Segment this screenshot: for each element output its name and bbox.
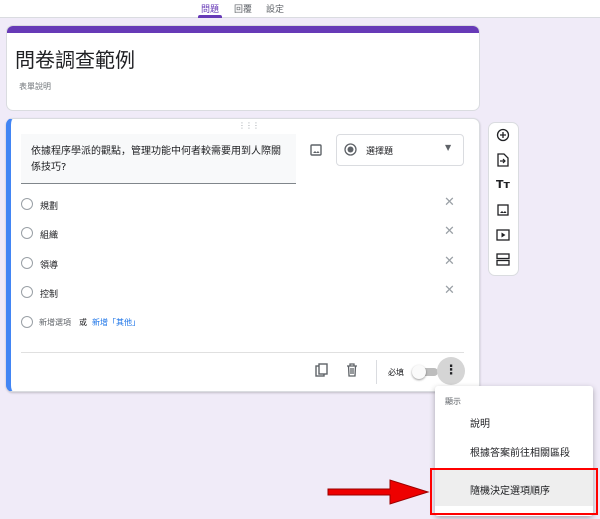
tab-responses[interactable]: 回覆 xyxy=(234,2,252,15)
menu-header: 顯示 xyxy=(445,397,461,406)
remove-option-icon[interactable]: ✕ xyxy=(444,283,455,298)
option-radio-icon xyxy=(21,198,33,210)
header-accent xyxy=(7,26,479,33)
add-option-link[interactable]: 新增選項 xyxy=(39,317,71,328)
option-label[interactable]: 領導 xyxy=(40,258,58,271)
separator xyxy=(376,360,377,384)
highlight-box xyxy=(430,468,598,515)
duplicate-icon[interactable] xyxy=(315,363,329,378)
option-radio-icon xyxy=(21,286,33,298)
form-description[interactable]: 表單說明 xyxy=(19,81,51,92)
title-text-icon[interactable]: Tт xyxy=(496,178,510,191)
top-tab-bar xyxy=(0,0,600,18)
or-label: 或 xyxy=(79,318,87,327)
section-icon[interactable] xyxy=(496,253,510,266)
required-label: 必填 xyxy=(388,368,404,377)
add-question-icon[interactable] xyxy=(496,128,510,142)
video-icon[interactable] xyxy=(496,229,510,241)
delete-icon[interactable] xyxy=(346,363,358,377)
form-title[interactable]: 問卷調查範例 xyxy=(15,44,135,73)
option-radio-icon xyxy=(21,316,33,328)
option-radio-icon xyxy=(21,257,33,269)
option-label[interactable]: 控制 xyxy=(40,287,58,300)
remove-option-icon[interactable]: ✕ xyxy=(444,195,455,210)
menu-item-description[interactable]: 說明 xyxy=(470,415,490,430)
image-icon[interactable] xyxy=(497,204,509,216)
more-options-icon[interactable]: ⋮ xyxy=(437,357,465,385)
option-label[interactable]: 規劃 xyxy=(40,199,58,212)
divider xyxy=(21,352,464,353)
option-label[interactable]: 組織 xyxy=(40,228,58,241)
remove-option-icon[interactable]: ✕ xyxy=(444,224,455,239)
chevron-down-icon: ▼ xyxy=(445,143,452,152)
radio-type-icon xyxy=(344,143,357,156)
add-other-link[interactable]: 新增「其他」 xyxy=(92,317,140,328)
import-questions-icon[interactable] xyxy=(497,153,509,167)
tab-questions[interactable]: 問題 xyxy=(201,2,219,15)
remove-option-icon[interactable]: ✕ xyxy=(444,254,455,269)
toggle-knob[interactable] xyxy=(412,365,426,379)
add-image-icon[interactable] xyxy=(310,144,322,156)
question-type-label: 選擇題 xyxy=(366,147,394,157)
red-arrow-annotation xyxy=(327,479,430,505)
option-radio-icon xyxy=(21,227,33,239)
tab-settings[interactable]: 設定 xyxy=(266,2,284,15)
drag-handle-icon[interactable]: ⋮⋮⋮ xyxy=(238,121,260,130)
menu-item-go-to-section[interactable]: 根據答案前往相關區段 xyxy=(470,444,570,459)
active-tab-indicator xyxy=(198,15,222,18)
question-title-input[interactable]: 依據程序學派的觀點，管理功能中何者較需要用到人際關係技巧? xyxy=(21,134,296,184)
